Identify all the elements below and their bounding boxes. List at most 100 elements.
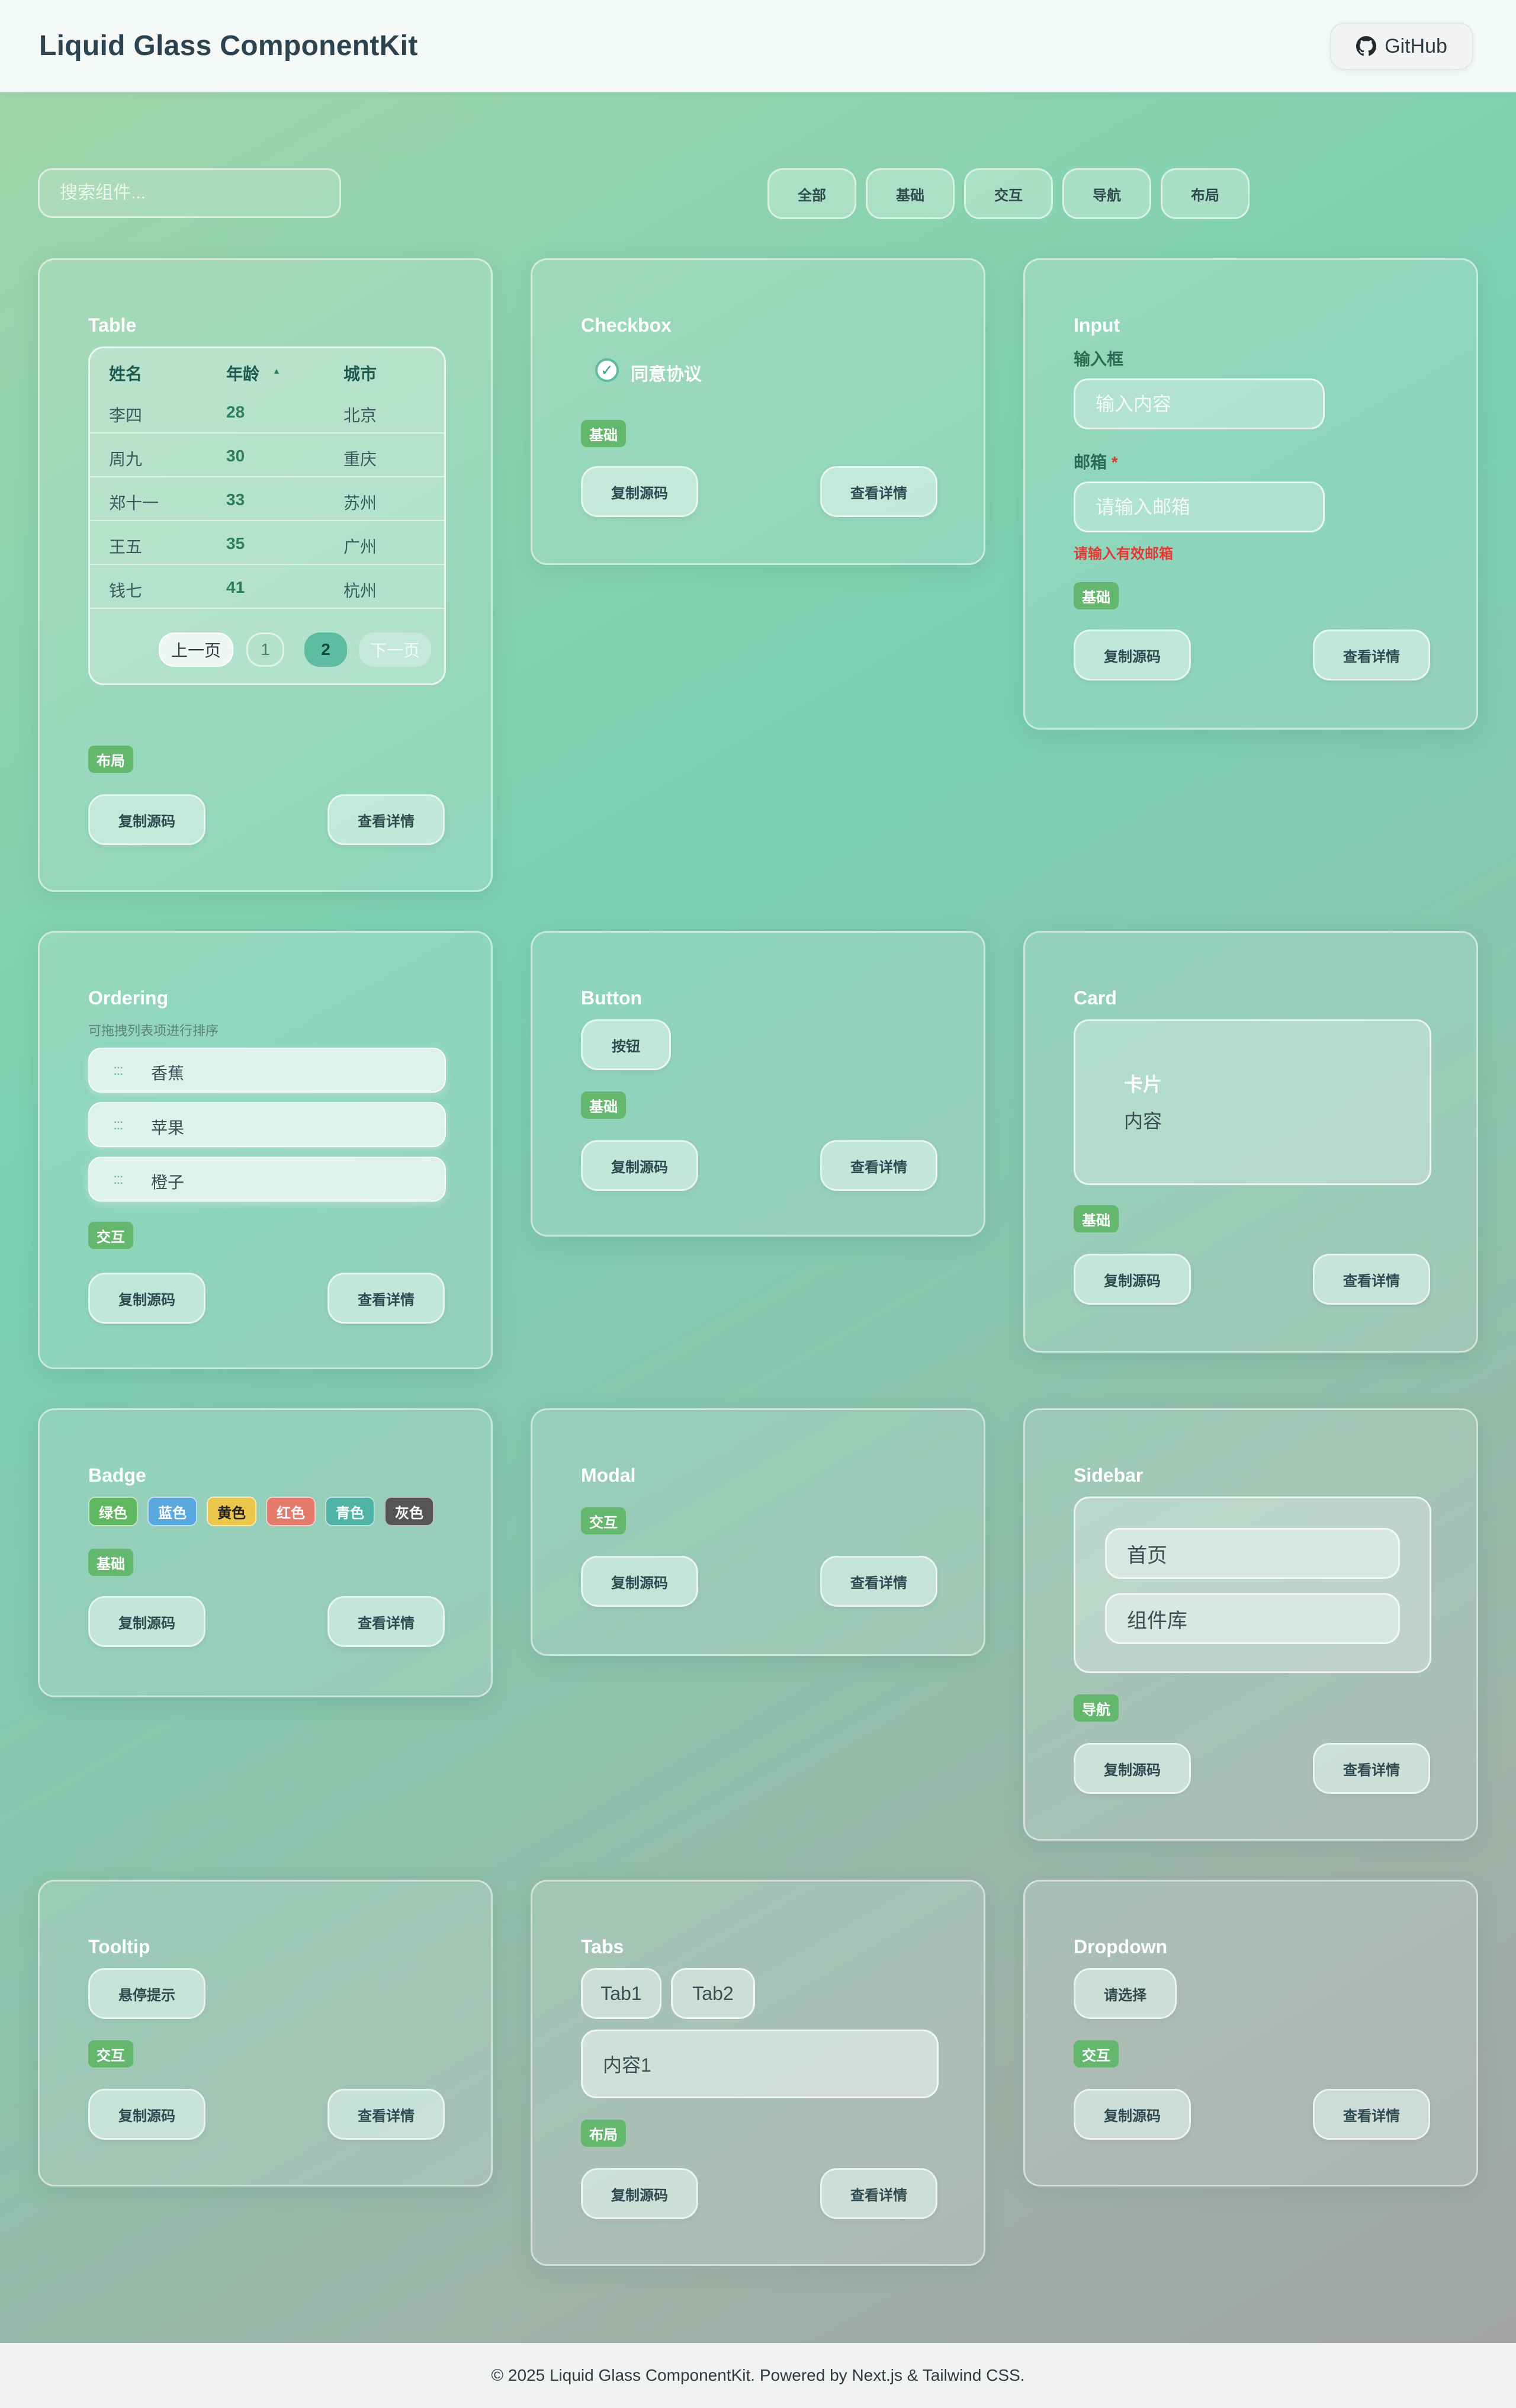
checkbox-label[interactable]: 同意协议 (631, 359, 702, 386)
view-details-button[interactable]: 查看详情 (327, 1273, 445, 1324)
cell-age: 30 (226, 447, 245, 465)
view-details-button[interactable]: 查看详情 (820, 2168, 937, 2219)
card-modal: Modal 交互 复制源码 查看详情 (531, 1408, 985, 1656)
copy-source-button[interactable]: 复制源码 (1074, 630, 1191, 680)
sidebar-item-components[interactable]: 组件库 (1105, 1593, 1400, 1644)
category-tag: 布局 (581, 2120, 626, 2147)
copy-source-button[interactable]: 复制源码 (88, 794, 205, 845)
text-input[interactable] (1074, 378, 1325, 429)
card-tabs: Tabs Tab1 Tab2 内容1 布局 复制源码 查看详情 (531, 1880, 985, 2266)
sidebar-item-home[interactable]: 首页 (1105, 1528, 1400, 1579)
table-header-row: 姓名 年龄 ▲ 城市 (90, 348, 444, 392)
copy-source-button[interactable]: 复制源码 (88, 1596, 205, 1647)
pagination-page-1[interactable]: 1 (246, 632, 284, 667)
sortable-item[interactable]: ::: 香蕉 (88, 1048, 446, 1093)
view-details-button[interactable]: 查看详情 (820, 1556, 937, 1607)
copy-source-button[interactable]: 复制源码 (1074, 2089, 1191, 2140)
cell-name: 钱七 (109, 582, 143, 600)
tab-panel-content: 内容1 (581, 2030, 939, 2098)
view-details-button[interactable]: 查看详情 (1313, 630, 1430, 680)
cell-age: 41 (226, 578, 245, 596)
copy-source-button[interactable]: 复制源码 (581, 2168, 698, 2219)
card-tooltip: Tooltip 悬停提示 交互 复制源码 查看详情 (38, 1880, 493, 2187)
column-header-age[interactable]: 年龄 (226, 361, 259, 385)
card-ordering: Ordering 可拖拽列表项进行排序 ::: 香蕉 ::: 苹果 ::: 橙子 交互… (38, 931, 493, 1369)
sortable-item-label: 苹果 (151, 1119, 185, 1137)
view-details-button[interactable]: 查看详情 (1313, 2089, 1430, 2140)
filter-all[interactable]: 全部 (767, 168, 856, 219)
filter-layout[interactable]: 布局 (1161, 168, 1250, 219)
drag-handle-icon[interactable]: ::: (113, 1061, 124, 1079)
sortable-item-label: 香蕉 (151, 1064, 185, 1083)
email-field-label: 邮箱 * (1074, 450, 1118, 473)
badge-blue: 蓝色 (147, 1497, 197, 1526)
demo-card-body: 内容 (1124, 1110, 1162, 1132)
badge-cyan: 青色 (325, 1497, 375, 1526)
view-details-button[interactable]: 查看详情 (327, 794, 445, 845)
email-field[interactable] (1074, 481, 1325, 532)
card-card: Card 卡片 内容 基础 复制源码 查看详情 (1023, 931, 1478, 1353)
pagination-next[interactable]: 下一页 (359, 632, 431, 667)
badge-yellow: 黄色 (207, 1497, 256, 1526)
view-details-button[interactable]: 查看详情 (820, 466, 937, 517)
tab-1[interactable]: Tab1 (581, 1968, 661, 2019)
cell-name: 郑十一 (109, 494, 159, 512)
card-title: Button (581, 987, 643, 1009)
filter-navigation[interactable]: 导航 (1062, 168, 1151, 219)
demo-card: 卡片 内容 (1074, 1019, 1431, 1185)
copy-source-button[interactable]: 复制源码 (581, 1140, 698, 1191)
copy-source-button[interactable]: 复制源码 (581, 466, 698, 517)
filter-basic[interactable]: 基础 (866, 168, 955, 219)
view-details-button[interactable]: 查看详情 (327, 2089, 445, 2140)
tooltip-trigger-button[interactable]: 悬停提示 (88, 1968, 205, 2019)
email-error: 请输入有效邮箱 (1074, 546, 1173, 562)
drag-handle-icon[interactable]: ::: (113, 1115, 124, 1134)
pagination-page-2[interactable]: 2 (304, 632, 347, 667)
email-label-text: 邮箱 (1074, 453, 1107, 471)
category-tag: 交互 (88, 2040, 133, 2067)
table-row: 周九 30 重庆 (90, 434, 444, 477)
copy-source-button[interactable]: 复制源码 (1074, 1743, 1191, 1794)
sortable-item[interactable]: ::: 橙子 (88, 1157, 446, 1202)
copy-source-button[interactable]: 复制源码 (581, 1556, 698, 1607)
sort-asc-icon[interactable]: ▲ (272, 366, 281, 375)
card-title: Card (1074, 987, 1117, 1009)
copy-source-button[interactable]: 复制源码 (88, 2089, 205, 2140)
table-row: 李四 28 北京 (90, 390, 444, 434)
filter-interactive[interactable]: 交互 (964, 168, 1053, 219)
cell-city: 苏州 (343, 494, 377, 512)
cell-city: 北京 (343, 406, 377, 425)
cell-city: 杭州 (343, 582, 377, 600)
column-header-name[interactable]: 姓名 (109, 361, 142, 385)
card-title: Table (88, 314, 137, 336)
card-title: Modal (581, 1465, 636, 1486)
github-button[interactable]: GitHub (1330, 23, 1473, 70)
copy-source-button[interactable]: 复制源码 (88, 1273, 205, 1324)
drag-handle-icon[interactable]: ::: (113, 1170, 124, 1188)
search-input[interactable] (38, 168, 341, 218)
required-mark: * (1111, 453, 1118, 471)
sortable-item[interactable]: ::: 苹果 (88, 1102, 446, 1147)
cell-age: 28 (226, 403, 245, 421)
card-input: Input 输入框 邮箱 * 请输入有效邮箱 基础 复制源码 查看详情 (1023, 258, 1478, 730)
view-details-button[interactable]: 查看详情 (1313, 1254, 1430, 1305)
view-details-button[interactable]: 查看详情 (327, 1596, 445, 1647)
demo-button[interactable]: 按钮 (581, 1019, 671, 1070)
checkbox-checked[interactable]: ✓ (595, 358, 619, 382)
cell-city: 重庆 (343, 450, 377, 468)
copy-source-button[interactable]: 复制源码 (1074, 1254, 1191, 1305)
category-tag: 交互 (88, 1222, 133, 1249)
github-label: GitHub (1385, 34, 1447, 57)
tab-2[interactable]: Tab2 (671, 1968, 755, 2019)
view-details-button[interactable]: 查看详情 (1313, 1743, 1430, 1794)
card-sidebar: Sidebar 首页 组件库 导航 复制源码 查看详情 (1023, 1408, 1478, 1841)
pagination-prev[interactable]: 上一页 (159, 632, 233, 667)
view-details-button[interactable]: 查看详情 (820, 1140, 937, 1191)
dropdown-select[interactable]: 请选择 (1074, 1968, 1177, 2019)
cell-name: 王五 (109, 538, 143, 556)
demo-card-title: 卡片 (1124, 1074, 1162, 1095)
category-tag: 基础 (1074, 582, 1119, 609)
column-header-city[interactable]: 城市 (343, 361, 377, 385)
card-title: Sidebar (1074, 1465, 1144, 1486)
cell-age: 33 (226, 490, 245, 509)
